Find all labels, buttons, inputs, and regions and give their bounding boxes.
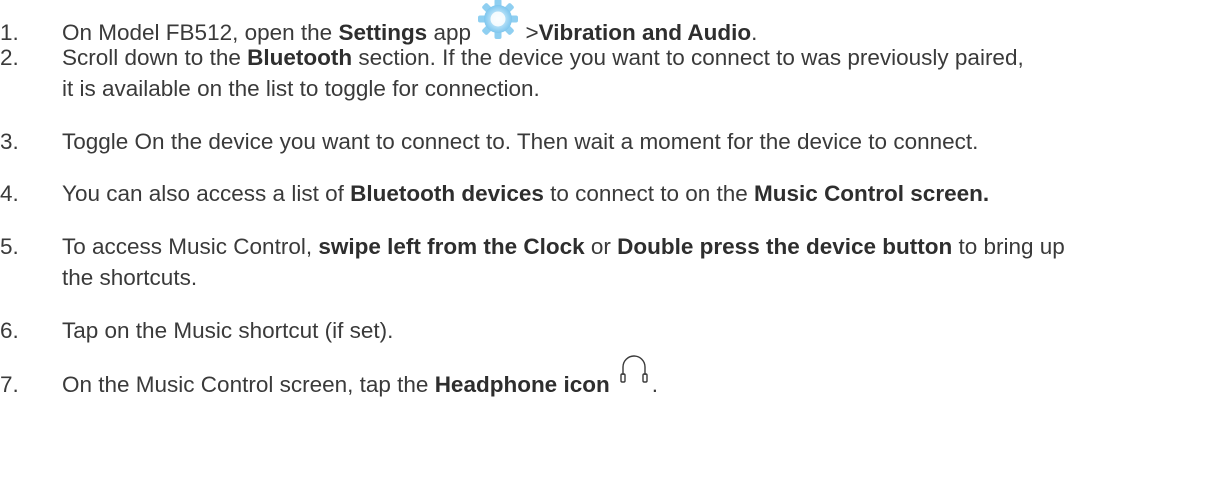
- step-text: Toggle On the device you want to connect…: [62, 129, 979, 154]
- step-number: 4.: [0, 181, 19, 206]
- step-number: 2.: [0, 45, 19, 70]
- headphone-icon: [616, 351, 652, 396]
- step-text-line2: it is available on the list to toggle fo…: [62, 76, 540, 101]
- step-text: On the Music Control screen, tap the Hea…: [62, 354, 658, 401]
- step-number: 5.: [0, 234, 19, 259]
- step-number: 6.: [0, 318, 19, 343]
- step-text: To access Music Control, swipe left from…: [62, 234, 1065, 259]
- step-text: Scroll down to the Bluetooth section. If…: [62, 45, 1024, 70]
- step-text: You can also access a list of Bluetooth …: [62, 181, 990, 206]
- step-number: 7.: [0, 372, 19, 397]
- step-text: Tap on the Music shortcut (if set).: [62, 318, 394, 343]
- step-number: 3.: [0, 129, 19, 154]
- instructions-page: { "steps": [ { "number": "1.", "p1": "On…: [0, 0, 1224, 498]
- step-text-line2: the shortcuts.: [62, 265, 198, 290]
